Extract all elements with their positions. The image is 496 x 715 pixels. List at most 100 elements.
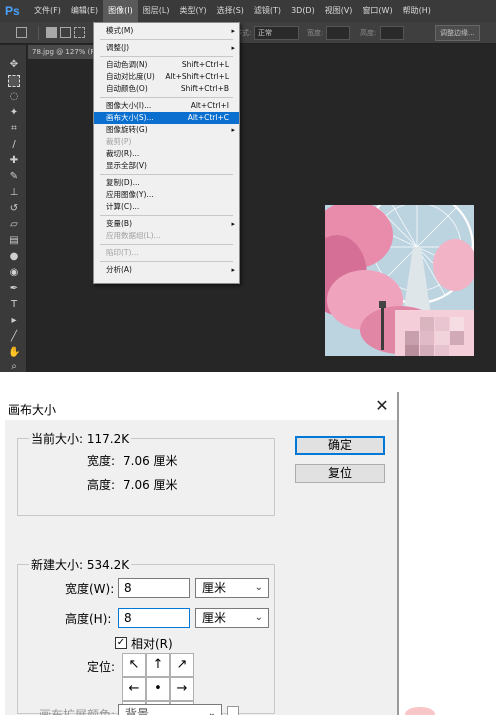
line-tool-icon[interactable]: ╱ <box>8 331 20 343</box>
current-height-label: 高度: <box>87 478 116 492</box>
new-height-label: 高度(H): <box>65 612 112 626</box>
image-menu-item[interactable]: 应用图像(Y)... <box>94 189 239 201</box>
menu-window[interactable]: 窗口(W) <box>357 0 397 22</box>
menu-view[interactable]: 视图(V) <box>320 0 358 22</box>
canvas-size-dialog: 画布大小 ✕ 当前大小: 117.2K 宽度: 7.06 厘米 高度: 7.06… <box>0 372 496 715</box>
new-width-field[interactable]: 8 <box>118 578 190 598</box>
photoshop-logo: Ps <box>5 4 20 18</box>
submenu-arrow-icon: ▸ <box>231 220 235 228</box>
image-menu-item[interactable]: 图像大小(I)... Alt+Ctrl+I <box>94 100 239 112</box>
style-select[interactable]: 正常 <box>254 26 299 40</box>
pen-tool-icon[interactable]: ✒ <box>8 283 20 295</box>
marquee-tool-icon[interactable] <box>8 75 20 87</box>
menu-edit[interactable]: 编辑(E) <box>66 0 103 22</box>
image-menu-item[interactable]: 显示全部(V) <box>94 160 239 172</box>
menu-file[interactable]: 文件(F) <box>29 0 66 22</box>
gradient-tool-icon[interactable]: ▤ <box>8 235 20 247</box>
subtract-selection-icon[interactable] <box>74 27 85 38</box>
marquee-preset-icon[interactable] <box>16 27 27 38</box>
brush-tool-icon[interactable]: ✎ <box>8 171 20 183</box>
width-unit-select[interactable]: 厘米 ⌄ <box>195 578 269 598</box>
menu-item-label: 裁剪(P) <box>106 137 132 146</box>
tools-panel: ✥ ◌ ✦ ⌗ / ✚ ✎ ⊥ ↺ ▱ ▤ ● ◉ ✒ T ▸ ╱ ✋ ⌕ <box>0 45 27 372</box>
image-menu-item[interactable]: 自动颜色(O) Shift+Ctrl+B <box>94 83 239 95</box>
image-menu-item[interactable]: 图像旋转(G) ▸ <box>94 124 239 136</box>
image-menu-item[interactable]: 画布大小(S)... Alt+Ctrl+C <box>94 112 239 124</box>
image-menu-item[interactable]: 裁切(R)... <box>94 148 239 160</box>
add-selection-icon[interactable] <box>60 27 71 38</box>
menu-help[interactable]: 帮助(H) <box>398 0 436 22</box>
eraser-tool-icon[interactable]: ▱ <box>8 219 20 231</box>
image-menu-item[interactable]: 模式(M) ▸ <box>94 25 239 37</box>
menu-type[interactable]: 类型(Y) <box>174 0 211 22</box>
ok-button[interactable]: 确定 <box>295 436 385 455</box>
menu-item-shortcut: Alt+Shift+Ctrl+L <box>165 72 229 81</box>
refine-edge-button[interactable]: 调整边缘... <box>435 25 480 41</box>
move-tool-icon[interactable]: ✥ <box>8 59 20 71</box>
relative-checkbox[interactable]: ✓ <box>115 637 127 649</box>
menu-filter[interactable]: 滤镜(T) <box>249 0 286 22</box>
current-width-value: 7.06 厘米 <box>123 454 178 468</box>
current-size-legend: 当前大小: 117.2K <box>29 430 132 447</box>
blur-tool-icon[interactable]: ● <box>8 251 20 263</box>
history-brush-tool-icon[interactable]: ↺ <box>8 203 20 215</box>
anchor-top-left[interactable]: ↖ <box>122 653 146 677</box>
menu-select[interactable]: 选择(S) <box>212 0 249 22</box>
menu-3d[interactable]: 3D(D) <box>286 0 320 22</box>
crop-tool-icon[interactable]: ⌗ <box>8 123 20 135</box>
anchor-right[interactable]: → <box>170 677 194 701</box>
image-menu-item[interactable]: 调整(J) ▸ <box>94 42 239 54</box>
anchor-top[interactable]: ↑ <box>146 653 170 677</box>
height-label: 高度: <box>360 29 377 37</box>
menu-separator <box>100 39 233 40</box>
new-selection-icon[interactable] <box>46 27 57 38</box>
image-menu-item[interactable]: 变量(B) ▸ <box>94 218 239 230</box>
image-menu-item[interactable]: 自动色调(N) Shift+Ctrl+L <box>94 59 239 71</box>
menu-bar: Ps 文件(F) 编辑(E) 图像(I) 图层(L) 类型(Y) 选择(S) 滤… <box>0 0 496 22</box>
dialog-border <box>397 392 399 715</box>
canvas-color-select[interactable]: 背景 ⌄ <box>118 704 222 715</box>
eyedropper-tool-icon[interactable]: / <box>8 139 20 151</box>
menu-item-shortcut: Shift+Ctrl+L <box>181 60 229 69</box>
height-field[interactable] <box>380 26 404 40</box>
menu-separator <box>100 261 233 262</box>
canvas-color-swatch[interactable] <box>227 706 239 715</box>
width-field[interactable] <box>326 26 350 40</box>
menu-item-label: 自动色调(N) <box>106 60 148 69</box>
path-selection-tool-icon[interactable]: ▸ <box>8 315 20 327</box>
healing-brush-tool-icon[interactable]: ✚ <box>8 155 20 167</box>
menu-image[interactable]: 图像(I) <box>103 0 138 22</box>
lasso-tool-icon[interactable]: ◌ <box>8 91 20 103</box>
reset-button[interactable]: 复位 <box>295 464 385 483</box>
new-height-field[interactable]: 8 <box>118 608 190 628</box>
current-width-label: 宽度: <box>87 454 116 468</box>
image-menu-item[interactable]: 自动对比度(U) Alt+Shift+Ctrl+L <box>94 71 239 83</box>
photo-artwork <box>325 205 474 356</box>
dodge-tool-icon[interactable]: ◉ <box>8 267 20 279</box>
clone-stamp-tool-icon[interactable]: ⊥ <box>8 187 20 199</box>
image-menu-item[interactable]: 陷印(T)... <box>94 247 239 259</box>
type-tool-icon[interactable]: T <box>8 299 20 311</box>
dialog-body: 当前大小: 117.2K 宽度: 7.06 厘米 高度: 7.06 厘米 新建大… <box>5 420 397 715</box>
hand-tool-icon[interactable]: ✋ <box>8 347 20 359</box>
height-unit-select[interactable]: 厘米 ⌄ <box>195 608 269 628</box>
menu-separator <box>100 56 233 57</box>
image-menu-item[interactable]: 分析(A) ▸ <box>94 264 239 276</box>
image-menu-item[interactable]: 复制(D)... <box>94 177 239 189</box>
current-height-value: 7.06 厘米 <box>123 478 178 492</box>
menu-separator <box>100 244 233 245</box>
anchor-left[interactable]: ← <box>122 677 146 701</box>
close-icon[interactable]: ✕ <box>372 396 392 416</box>
menu-layer[interactable]: 图层(L) <box>138 0 175 22</box>
document-tab[interactable]: 78.jpg @ 127% (RGB/8) <box>28 45 98 59</box>
anchor-top-right[interactable]: ↗ <box>170 653 194 677</box>
image-menu-item[interactable]: 应用数据组(L)... <box>94 230 239 242</box>
anchor-label: 定位: <box>87 660 116 674</box>
magic-wand-tool-icon[interactable]: ✦ <box>8 107 20 119</box>
width-unit-value: 厘米 <box>202 581 227 595</box>
image-menu-item[interactable]: 裁剪(P) <box>94 136 239 148</box>
image-menu-item[interactable]: 计算(C)... <box>94 201 239 213</box>
menu-item-label: 自动对比度(U) <box>106 72 155 81</box>
anchor-center[interactable]: • <box>146 677 170 701</box>
zoom-tool-icon[interactable]: ⌕ <box>8 361 20 372</box>
